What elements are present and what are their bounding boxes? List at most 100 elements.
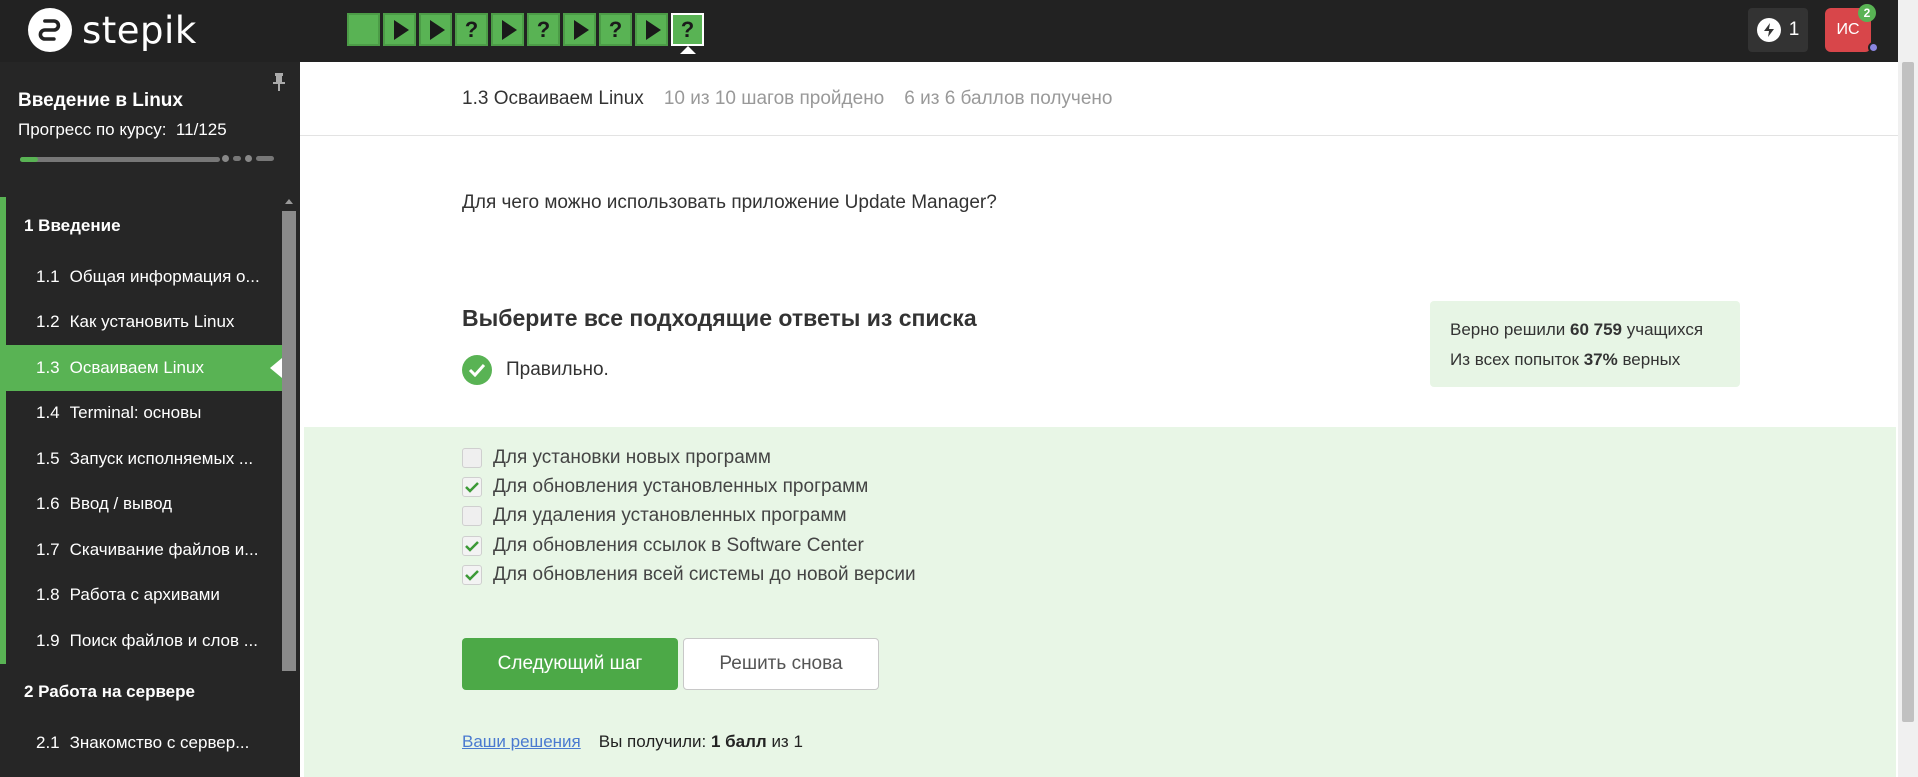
stepik-logo-icon (28, 8, 72, 52)
stats-rate-value: 37% (1583, 350, 1618, 369)
answer-option[interactable]: Для обновления установленных программ (462, 476, 868, 498)
lesson-label: Terminal: основы (69, 403, 202, 423)
step-10-quiz[interactable]: ? (671, 13, 704, 54)
sidebar-lesson-item[interactable]: 1.7 Скачивание файлов и... (0, 527, 282, 573)
checkbox[interactable] (462, 506, 482, 526)
answer-option-label: Для удаления установленных программ (493, 505, 847, 526)
step-3-video[interactable] (419, 13, 452, 46)
page-scroll-thumb[interactable] (1902, 62, 1914, 722)
stepik-logo[interactable]: stepik (28, 8, 197, 52)
question-mark-icon: ? (608, 16, 623, 42)
lesson-number: 1.9 (36, 630, 60, 650)
correct-status: Правильно. (462, 355, 609, 385)
check-circle-icon (462, 355, 492, 385)
checkbox-checked[interactable] (462, 536, 482, 556)
stats-solved-value: 60 759 (1570, 320, 1623, 339)
lesson-label: Ввод / вывод (69, 494, 173, 514)
answer-option[interactable]: Для удаления установленных программ (462, 505, 847, 527)
sidebar-lesson-item[interactable]: 1.6 Ввод / вывод (0, 481, 282, 527)
answer-option-label: Для обновления ссылок в Software Center (493, 535, 864, 556)
lesson-name: 1.3 Осваиваем Linux (462, 88, 644, 109)
answer-option[interactable]: Для обновления ссылок в Software Center (462, 535, 864, 557)
course-title[interactable]: Введение в Linux (18, 90, 183, 112)
sidebar-lesson-item[interactable]: 1.2 Как установить Linux (0, 299, 282, 345)
question-mark-icon: ? (680, 16, 695, 42)
question-mark-icon: ? (464, 16, 479, 42)
lesson-label: Скачивание файлов и... (69, 539, 259, 559)
logo-text: stepik (82, 8, 197, 52)
steps-passed: 10 из 10 шагов пройдено (663, 88, 885, 109)
lesson-number: 2.1 (36, 733, 60, 753)
checkbox-checked[interactable] (462, 565, 482, 585)
lesson-label: Запуск исполняемых ... (69, 448, 254, 468)
energy-button[interactable]: 1 (1748, 8, 1808, 52)
progress-bar (20, 157, 220, 162)
quiz-instruction: Выберите все подходящие ответы из списка (462, 305, 977, 331)
next-step-button[interactable]: Следующий шаг (462, 638, 678, 690)
answer-option-label: Для обновления всей системы до новой вер… (493, 564, 916, 585)
question-mark-icon: ? (536, 16, 551, 42)
sidebar-scrollbar[interactable] (282, 197, 296, 777)
retry-button[interactable]: Решить снова (683, 638, 879, 690)
step-4-quiz[interactable]: ? (455, 13, 488, 46)
result-label: Вы получили: (598, 732, 707, 751)
lesson-number: 1.8 (36, 585, 60, 605)
solutions-link[interactable]: Ваши решения (462, 732, 581, 752)
progress-label: Прогресс по курсу: (18, 120, 167, 139)
course-menu: 1 Введение 1.1 Общая информация о... 1.2 Как… (0, 197, 282, 766)
module-header[interactable]: 2 Работа на сервере (0, 664, 282, 721)
question-text: Для чего можно использовать приложение U… (462, 192, 997, 213)
correct-text: Правильно. (506, 359, 609, 380)
checkbox[interactable] (462, 448, 482, 468)
checkmark-icon (465, 540, 479, 552)
step-5-video[interactable] (491, 13, 524, 46)
page-scrollbar[interactable] (1898, 0, 1918, 777)
lesson-number: 1.4 (36, 403, 60, 423)
play-icon (430, 19, 445, 40)
lesson-label: Общая информация о... (69, 266, 260, 286)
stats-box: Верно решили 60 759 учащихся Из всех поп… (1430, 301, 1740, 387)
lesson-steps: ???? (347, 13, 704, 54)
checkbox-checked[interactable] (462, 477, 482, 497)
play-icon (502, 19, 517, 40)
sidebar-lesson-item[interactable]: 1.5 Запуск исполняемых ... (0, 436, 282, 482)
sidebar-lesson-item[interactable]: 1.9 Поиск файлов и слов ... (0, 618, 282, 664)
step-6-quiz[interactable]: ? (527, 13, 560, 46)
lesson-label: Как установить Linux (69, 312, 235, 332)
step-2-video[interactable] (383, 13, 416, 46)
sidebar-lesson-item[interactable]: 1.3 Осваиваем Linux (0, 345, 282, 391)
step-8-quiz[interactable]: ? (599, 13, 632, 46)
progress-bar-tail (222, 155, 274, 162)
status-dot (1868, 42, 1879, 53)
scroll-up-icon[interactable] (285, 199, 293, 204)
notifications-badge[interactable]: 2 (1858, 4, 1876, 22)
pin-icon[interactable] (272, 72, 286, 92)
step-7-video[interactable] (563, 13, 596, 46)
lightning-icon (1756, 18, 1781, 42)
result-total: 1 (793, 732, 803, 751)
answers-panel: Для установки новых программ Для обновлен… (304, 427, 1896, 777)
stats-solved-label: Верно решили (1450, 320, 1566, 339)
stats-rate: Из всех попыток 37% верных (1450, 345, 1720, 375)
lesson-label: Знакомство с сервер... (69, 733, 250, 753)
answer-option-label: Для установки новых программ (493, 447, 771, 468)
step-content: 1.3 Осваиваем Linux 10 из 10 шагов пройд… (300, 62, 1898, 777)
lesson-label: Поиск файлов и слов ... (69, 630, 258, 650)
lesson-label: Осваиваем Linux (69, 357, 204, 377)
sidebar-lesson-item[interactable]: 2.1 Знакомство с сервер... (0, 721, 282, 767)
step-9-video[interactable] (635, 13, 668, 46)
step-1-done[interactable] (347, 13, 380, 46)
checkmark-icon (465, 481, 479, 493)
energy-count: 1 (1788, 19, 1800, 40)
progress-value: 11/125 (175, 120, 227, 139)
sidebar-lesson-item[interactable]: 1.4 Terminal: основы (0, 390, 282, 436)
sidebar-lesson-item[interactable]: 1.1 Общая информация о... (0, 254, 282, 300)
sidebar-scroll-thumb[interactable] (282, 211, 296, 671)
result-value: 1 балл (710, 732, 767, 751)
answer-option[interactable]: Для установки новых программ (462, 447, 771, 469)
module-header[interactable]: 1 Введение (0, 197, 282, 254)
checkmark-icon (465, 569, 479, 581)
answer-option[interactable]: Для обновления всей системы до новой вер… (462, 564, 916, 586)
sidebar-lesson-item[interactable]: 1.8 Работа с архивами (0, 572, 282, 618)
lesson-number: 1.6 (36, 494, 60, 514)
